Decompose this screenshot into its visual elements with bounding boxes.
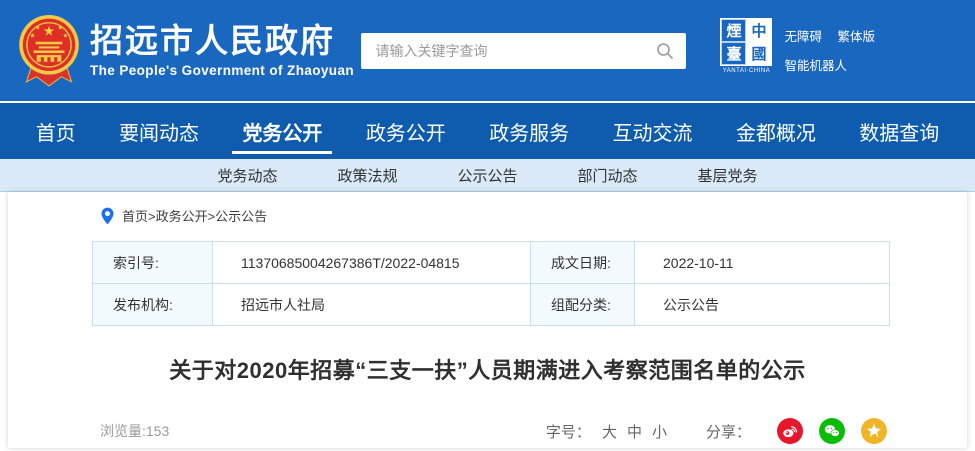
brand-text: 招远市人民政府 The People's Government of Zhaoy… [90,23,354,78]
seal-caption: YANTAI·CHINA [720,68,772,74]
meta-value-issuing-agency: 招远市人社局 [213,284,531,326]
wechat-icon[interactable] [819,418,845,444]
site-header: ★ ★ ★ ★ ★ 招远市人民政府 The People's Governmen… [0,0,975,103]
search-input[interactable] [361,33,644,69]
seal-char: 臺 [721,42,746,65]
seal-char: 煙 [721,19,746,42]
subnav-item-policies[interactable]: 政策法规 [337,165,397,186]
view-count: 浏览量:153 [100,421,169,441]
meta-label-issue-date: 成文日期: [531,242,635,284]
qzone-icon[interactable] [861,418,887,444]
national-emblem-icon: ★ ★ ★ ★ ★ [18,14,80,88]
yantai-china-logo: 煙 中 臺 國 YANTAI·CHINA [720,18,772,74]
svg-text:★: ★ [58,24,64,31]
yantai-china-seal: 煙 中 臺 國 [720,18,772,66]
meta-label-index-number: 索引号: [93,242,213,284]
document-meta-table: 索引号: 11370685004267386T/2022-04815 成文日期:… [92,241,890,326]
traditional-version-link[interactable]: 繁体版 [837,30,875,44]
font-size-label: 字号： [546,421,591,442]
breadcrumb-trail[interactable]: 首页>政务公开>公示公告 [122,206,267,225]
meta-value-issue-date: 2022-10-11 [635,242,890,284]
seal-char: 國 [746,42,771,65]
svg-text:★: ★ [43,23,55,38]
page: ★ ★ ★ ★ ★ 招远市人民政府 The People's Governmen… [0,0,975,448]
svg-text:★: ★ [63,32,69,39]
search-icon [656,42,674,60]
font-size-small[interactable]: 小 [652,421,667,442]
svg-text:★: ★ [35,24,41,31]
meta-label-category: 组配分类: [531,284,635,326]
table-row: 发布机构: 招远市人社局 组配分类: 公示公告 [93,284,890,326]
nav-item-news[interactable]: 要闻动态 [113,103,205,159]
nav-item-gov-services[interactable]: 政务服务 [483,103,575,159]
font-size-large[interactable]: 大 [602,421,617,442]
subnav-item-grassroots-party[interactable]: 基层党务 [698,165,758,186]
accessibility-link[interactable]: 无障碍 [784,30,822,44]
search-box [361,33,686,69]
svg-text:★: ★ [30,32,36,39]
content-panel: 首页>政务公开>公示公告 索引号: 11370685004267386T/202… [8,192,967,448]
nav-item-city-overview[interactable]: 金都概况 [730,103,822,159]
nav-item-gov-affairs[interactable]: 政务公开 [360,103,452,159]
font-size-medium[interactable]: 中 [627,421,642,442]
quick-links: 无障碍 繁体版 智能机器人 [784,18,875,84]
nav-item-interaction[interactable]: 互动交流 [607,103,699,159]
meta-value-category: 公示公告 [635,284,890,326]
weibo-icon[interactable] [777,418,803,444]
location-pin-icon [100,207,115,225]
site-logo-link[interactable]: ★ ★ ★ ★ ★ 招远市人民政府 The People's Governmen… [18,14,354,88]
search-button[interactable] [644,33,686,69]
nav-item-home[interactable]: 首页 [30,103,82,159]
seal-char: 中 [746,19,771,42]
meta-label-issuing-agency: 发布机构: [93,284,213,326]
breadcrumb: 首页>政务公开>公示公告 [100,206,967,225]
main-nav: 首页 要闻动态 党务公开 政务公开 政务服务 互动交流 金都概况 数据查询 [0,103,975,159]
share-label: 分享： [706,421,751,442]
subnav-item-department-news[interactable]: 部门动态 [578,165,638,186]
subnav-item-party-news[interactable]: 党务动态 [217,165,277,186]
header-right: 煙 中 臺 國 YANTAI·CHINA 无障碍 繁体版 智能机器人 [720,18,875,84]
sub-nav: 党务动态 政策法规 公示公告 部门动态 基层党务 [0,159,975,192]
site-title: 招远市人民政府 [90,23,354,59]
subnav-item-announcements[interactable]: 公示公告 [457,165,517,186]
site-subtitle: The People's Government of Zhaoyuan [90,63,354,78]
article-meta-row: 浏览量:153 字号： 大 中 小 分享： [100,418,887,444]
meta-value-index-number: 11370685004267386T/2022-04815 [213,242,531,284]
nav-item-data-query[interactable]: 数据查询 [853,103,945,159]
smart-robot-link[interactable]: 智能机器人 [784,59,847,73]
page-title: 关于对2020年招募“三支一扶”人员期满进入考察范围名单的公示 [8,353,967,385]
table-row: 索引号: 11370685004267386T/2022-04815 成文日期:… [93,242,890,284]
article-toolbar: 字号： 大 中 小 分享： [546,418,887,444]
nav-item-party-affairs[interactable]: 党务公开 [236,103,328,159]
